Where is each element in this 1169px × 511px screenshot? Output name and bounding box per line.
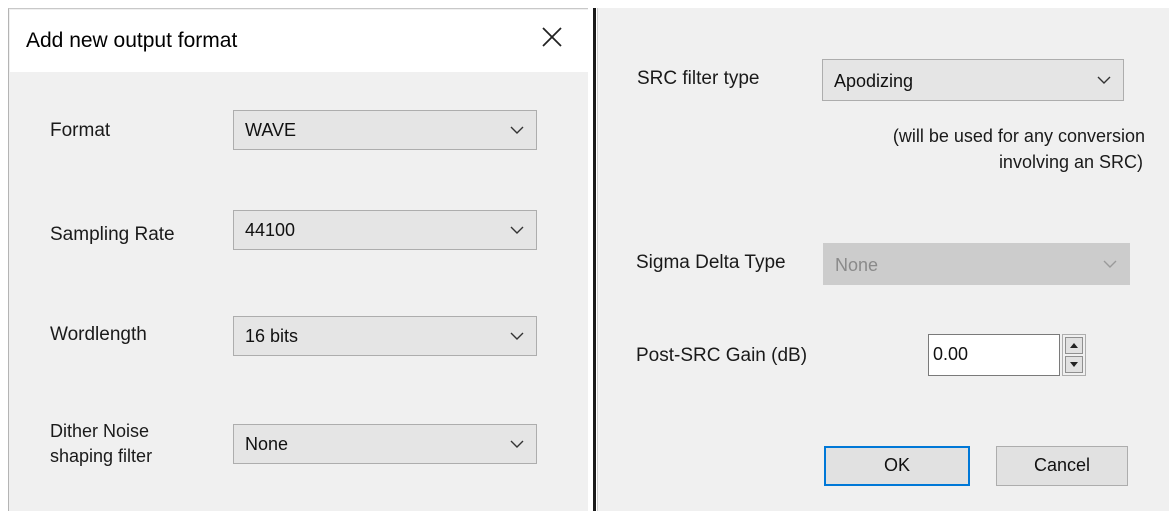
dither-select[interactable]: None bbox=[233, 424, 537, 464]
chevron-down-icon bbox=[510, 440, 524, 448]
chevron-down-icon bbox=[1103, 260, 1117, 268]
src-filter-value: Apodizing bbox=[834, 71, 914, 91]
src-filter-label: SRC filter type bbox=[637, 68, 760, 89]
wordlength-select[interactable]: 16 bits bbox=[233, 316, 537, 356]
src-filter-select[interactable]: Apodizing bbox=[822, 59, 1124, 101]
post-gain-spinner bbox=[1062, 334, 1086, 376]
wordlength-label: Wordlength bbox=[50, 324, 147, 345]
sampling-rate-select[interactable]: 44100 bbox=[233, 210, 537, 250]
triangle-down-icon bbox=[1070, 362, 1078, 367]
src-note-line2: involving an SRC) bbox=[998, 152, 1143, 172]
dither-value: None bbox=[245, 434, 289, 454]
chevron-down-icon bbox=[510, 126, 524, 134]
ok-button[interactable]: OK bbox=[824, 446, 970, 486]
close-icon[interactable] bbox=[537, 22, 567, 52]
post-gain-input[interactable]: 0.00 bbox=[928, 334, 1060, 376]
sigma-delta-label: Sigma Delta Type bbox=[636, 252, 786, 273]
chevron-down-icon bbox=[510, 332, 524, 340]
wordlength-value: 16 bits bbox=[245, 326, 299, 346]
chevron-down-icon bbox=[1097, 76, 1111, 84]
dither-label-line1: Dither Noise bbox=[50, 421, 150, 441]
sigma-delta-select: None bbox=[823, 243, 1130, 285]
panel-divider bbox=[593, 8, 596, 511]
spin-up-button[interactable] bbox=[1065, 337, 1083, 354]
format-label: Format bbox=[50, 120, 111, 141]
cancel-button[interactable]: Cancel bbox=[996, 446, 1128, 486]
sampling-rate-value: 44100 bbox=[245, 220, 296, 240]
spin-down-button[interactable] bbox=[1065, 356, 1083, 373]
post-gain-value: 0.00 bbox=[933, 344, 969, 364]
sigma-delta-value: None bbox=[835, 255, 879, 275]
dialog-title: Add new output format bbox=[26, 29, 238, 52]
chevron-down-icon bbox=[510, 226, 524, 234]
sampling-rate-label: Sampling Rate bbox=[50, 224, 175, 245]
src-note-line1: (will be used for any conversion bbox=[892, 126, 1145, 146]
format-value: WAVE bbox=[245, 120, 297, 140]
triangle-up-icon bbox=[1070, 343, 1078, 348]
format-select[interactable]: WAVE bbox=[233, 110, 537, 150]
post-gain-label: Post-SRC Gain (dB) bbox=[636, 345, 808, 366]
dither-label-line2: shaping filter bbox=[50, 446, 153, 466]
